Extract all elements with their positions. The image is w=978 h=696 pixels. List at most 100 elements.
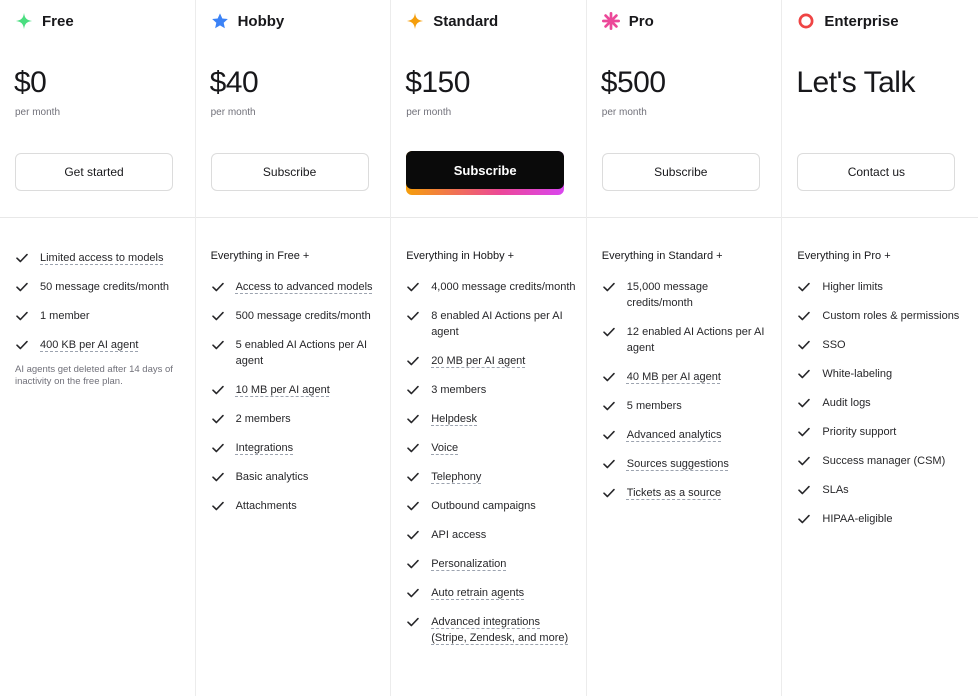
feature-item: Auto retrain agents: [406, 585, 576, 601]
plan-column-pro: Pro $500 per month Subscribe Everything in S…: [587, 0, 783, 696]
check-icon: [406, 309, 420, 323]
pink-burst-icon: [601, 12, 620, 31]
feature-item: Personalization: [406, 556, 576, 572]
price-period: per month: [210, 107, 256, 118]
feature-item: Basic analytics: [211, 469, 381, 485]
button-label: Subscribe: [406, 151, 565, 189]
red-ring-icon: [797, 12, 815, 30]
feature-item: 8 enabled AI Actions per AI agent: [406, 308, 576, 340]
check-icon: [797, 309, 811, 323]
feature-item: 5 members: [602, 398, 772, 414]
feature-text: SSO: [822, 339, 846, 351]
feature-text[interactable]: Personalization: [431, 556, 506, 572]
check-icon: [406, 586, 420, 600]
feature-item: 15,000 message credits/month: [602, 279, 772, 311]
check-icon: [406, 280, 420, 294]
plan-column-hobby: Hobby $40 per month Subscribe Everything in …: [196, 0, 392, 696]
feature-text: 15,000 message credits/month: [626, 281, 709, 309]
feature-text[interactable]: Advanced analytics: [627, 427, 722, 443]
plan-header: Standard: [406, 12, 498, 30]
blue-star-icon: [211, 12, 229, 30]
feature-text[interactable]: Limited access to models: [40, 250, 164, 266]
feature-text: 2 members: [235, 413, 291, 425]
check-icon: [211, 441, 225, 455]
check-icon: [406, 441, 420, 455]
check-icon: [406, 557, 420, 571]
check-icon: [211, 280, 225, 294]
plan-name: Pro: [628, 12, 654, 30]
feature-item: SSO: [797, 337, 967, 353]
feature-item: SLAs: [797, 482, 967, 498]
check-icon: [211, 470, 225, 484]
feature-text[interactable]: Access to advanced models: [236, 279, 373, 295]
feature-text: Basic analytics: [235, 471, 309, 483]
subscribe-button[interactable]: Subscribe: [601, 153, 760, 191]
check-icon: [406, 412, 420, 426]
plan-column-standard: Standard $150 per month Subscribe Everything…: [391, 0, 587, 696]
plan-name: Standard: [433, 12, 499, 30]
feature-text: HIPAA-eligible: [822, 513, 893, 525]
feature-text: 50 message credits/month: [40, 281, 170, 293]
includes-previous-label: Everything in Free +: [210, 250, 310, 262]
plan-header: Free: [15, 12, 74, 30]
contact-us-button[interactable]: Contact us: [797, 153, 956, 191]
plan-price: $0: [14, 66, 47, 99]
feature-text[interactable]: Advanced integrations (Stripe, Zendesk, …: [431, 614, 576, 646]
pricing-table: Free $0 per month Get started Limited access…: [0, 0, 978, 696]
check-icon: [406, 470, 420, 484]
check-icon: [797, 396, 811, 410]
feature-text: 500 message credits/month: [235, 310, 371, 322]
feature-text[interactable]: 40 MB per AI agent: [627, 369, 721, 385]
plan-price: $40: [209, 66, 259, 99]
feature-text[interactable]: Sources suggestions: [627, 456, 729, 472]
get-started-button[interactable]: Get started: [15, 153, 173, 191]
check-icon: [602, 457, 616, 471]
feature-text: Audit logs: [822, 397, 871, 409]
feature-list: Everything in Free + Access to advanced m…: [211, 250, 381, 527]
feature-text[interactable]: Tickets as a source: [627, 485, 721, 501]
check-icon: [602, 370, 616, 384]
check-icon: [602, 399, 616, 413]
includes-previous-label: Everything in Standard +: [601, 250, 723, 262]
feature-item: 2 members: [211, 411, 381, 427]
feature-text: Custom roles & permissions: [822, 310, 960, 322]
feature-item: Integrations: [211, 440, 381, 456]
subscribe-button[interactable]: Subscribe: [210, 153, 369, 191]
feature-text: Higher limits: [822, 281, 883, 293]
check-icon: [406, 615, 420, 629]
feature-list: Limited access to models 50 message credi…: [15, 250, 185, 388]
feature-item: 400 KB per AI agent: [15, 337, 185, 353]
feature-text[interactable]: Integrations: [236, 440, 293, 456]
check-icon: [406, 499, 420, 513]
feature-text[interactable]: Auto retrain agents: [431, 585, 524, 601]
plan-name: Free: [42, 12, 74, 30]
feature-item: Success manager (CSM): [797, 453, 967, 469]
price-period: per month: [15, 107, 61, 118]
feature-text: API access: [431, 529, 487, 541]
feature-text[interactable]: Helpdesk: [431, 411, 477, 427]
check-icon: [797, 425, 811, 439]
feature-text[interactable]: Voice: [431, 440, 458, 456]
check-icon: [602, 486, 616, 500]
feature-text[interactable]: Telephony: [431, 469, 481, 485]
plan-price: $500: [600, 66, 666, 99]
feature-text: Outbound campaigns: [431, 500, 536, 512]
check-icon: [406, 528, 420, 542]
check-icon: [406, 383, 420, 397]
feature-item: 12 enabled AI Actions per AI agent: [602, 324, 772, 356]
check-icon: [797, 454, 811, 468]
feature-text[interactable]: 10 MB per AI agent: [236, 382, 330, 398]
feature-text: 5 enabled AI Actions per AI agent: [235, 339, 368, 367]
feature-item: Audit logs: [797, 395, 967, 411]
feature-text[interactable]: 20 MB per AI agent: [431, 353, 525, 369]
check-icon: [602, 428, 616, 442]
subscribe-button[interactable]: Subscribe: [406, 151, 565, 195]
check-icon: [602, 325, 616, 339]
feature-item: 10 MB per AI agent: [211, 382, 381, 398]
feature-item: 3 members: [406, 382, 576, 398]
check-icon: [797, 338, 811, 352]
feature-item: HIPAA-eligible: [797, 511, 967, 527]
feature-text[interactable]: 400 KB per AI agent: [40, 337, 138, 353]
plan-footnote: AI agents get deleted after 14 days of i…: [15, 364, 173, 387]
feature-text: Priority support: [822, 426, 897, 438]
